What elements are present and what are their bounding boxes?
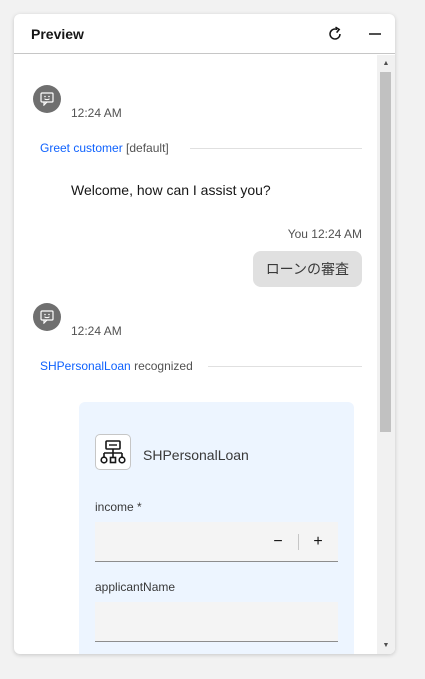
income-label: income * xyxy=(95,500,142,514)
user-message-bubble: ローンの審査 xyxy=(252,251,362,287)
action-divider: Greet customer [default] xyxy=(40,141,362,157)
action-link[interactable]: SHPersonalLoan xyxy=(40,359,131,373)
action-label: [default] xyxy=(122,141,169,155)
chat-content[interactable]: 12:24 AM Greet customer [default] Welcom… xyxy=(14,55,377,654)
refresh-button[interactable] xyxy=(325,24,345,44)
applicant-name-input[interactable] xyxy=(95,602,338,642)
divider-line xyxy=(190,148,362,149)
assistant-avatar xyxy=(33,85,61,113)
chat-bot-icon xyxy=(40,92,54,106)
preview-panel: Preview 12:24 AM Greet customer [default… xyxy=(14,14,395,654)
minimize-button[interactable] xyxy=(365,24,385,44)
panel-title: Preview xyxy=(31,26,84,42)
scroll-thumb[interactable] xyxy=(380,72,391,432)
message-time: 12:24 AM xyxy=(71,324,122,338)
refresh-icon xyxy=(329,26,341,40)
action-divider: SHPersonalLoan recognized xyxy=(40,359,362,375)
assistant-avatar xyxy=(33,303,61,331)
chat-bot-icon xyxy=(40,310,54,324)
minimize-icon xyxy=(369,33,381,35)
action-link[interactable]: Greet customer xyxy=(40,141,123,155)
scrollbar[interactable]: ▲ ▼ xyxy=(377,55,395,654)
form-card: SHPersonalLoan income * − + applicantNam… xyxy=(79,402,354,654)
increment-button[interactable]: + xyxy=(306,530,330,554)
income-number-input[interactable]: − + xyxy=(95,522,338,562)
message-time: 12:24 AM xyxy=(71,106,122,120)
panel-header: Preview xyxy=(14,14,395,54)
flow-diagram-icon xyxy=(100,440,126,464)
scroll-up-arrow-icon[interactable]: ▲ xyxy=(377,57,395,71)
stepper-divider xyxy=(298,534,299,550)
divider-line xyxy=(208,366,362,367)
action-label: recognized xyxy=(130,359,193,373)
assistant-message: Welcome, how can I assist you? xyxy=(71,182,271,198)
applicant-name-label: applicantName xyxy=(95,580,176,594)
card-icon-frame xyxy=(95,434,131,470)
user-message-time: You 12:24 AM xyxy=(287,227,362,241)
card-title: SHPersonalLoan xyxy=(143,447,249,463)
decrement-button[interactable]: − xyxy=(266,530,290,554)
scroll-down-arrow-icon[interactable]: ▼ xyxy=(377,639,395,653)
